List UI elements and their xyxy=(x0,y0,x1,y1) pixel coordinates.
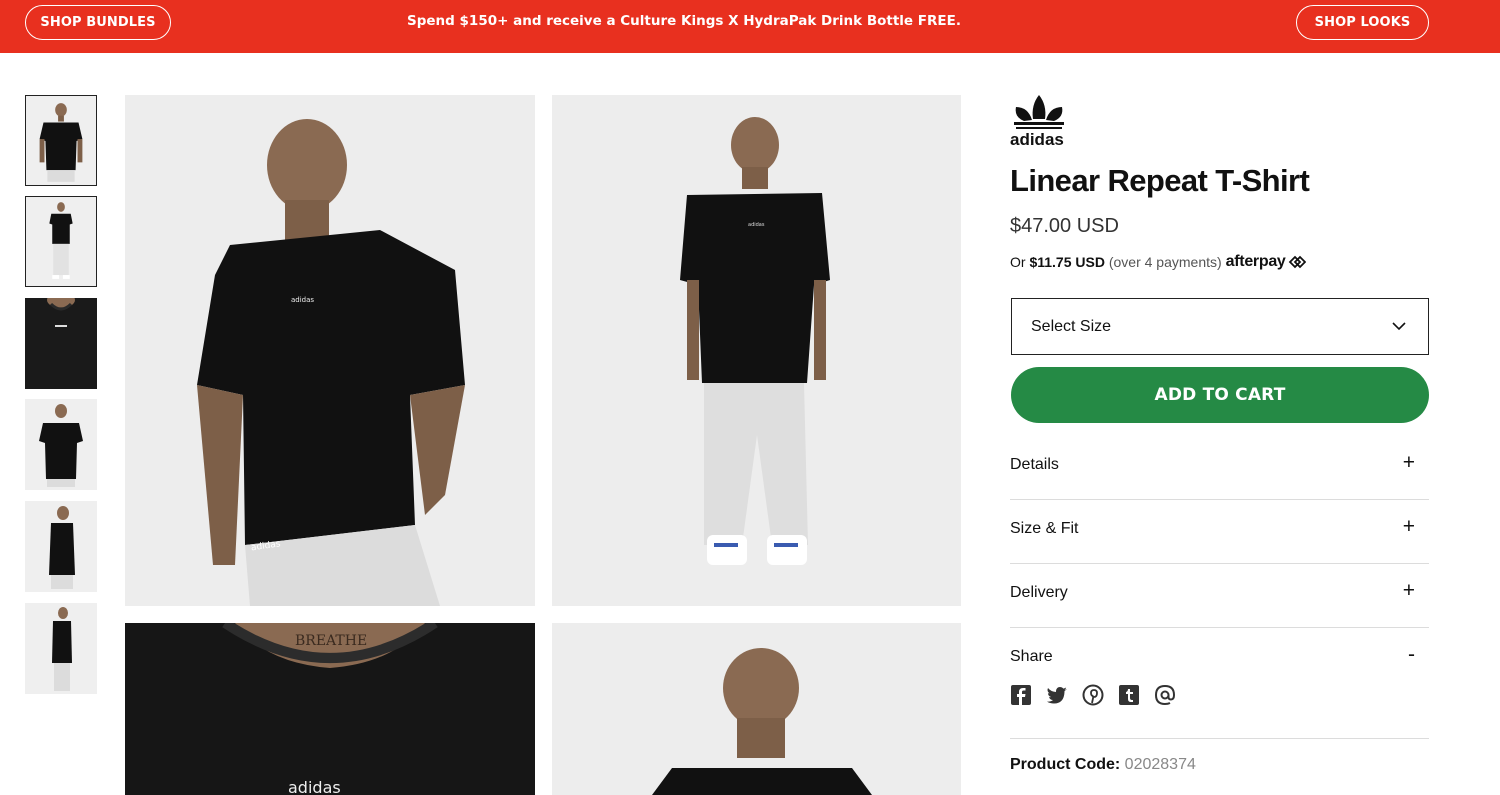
promo-text[interactable]: Spend $150+ and receive a Culture Kings … xyxy=(360,13,1008,29)
thumbnail-front-closeup[interactable] xyxy=(25,95,97,186)
model-back-full-photo xyxy=(552,623,961,795)
neck-tattoo-text: BREATHE xyxy=(295,633,367,649)
facebook-icon[interactable] xyxy=(1010,684,1032,706)
chest-logo-text: adidas xyxy=(291,296,314,304)
chest-logo-text: adidas xyxy=(288,778,341,795)
main-photo-front-closeup[interactable]: adidas adidas xyxy=(125,95,535,606)
model-side-full-image xyxy=(25,603,97,694)
accordion-delivery[interactable]: Delivery + xyxy=(1010,564,1429,628)
accordion-size-fit[interactable]: Size & Fit + xyxy=(1010,500,1429,564)
accordion-delivery-label: Delivery xyxy=(1010,584,1068,601)
share-icons xyxy=(1010,684,1176,706)
neck-detail-photo: BREATHE adidas xyxy=(125,623,535,795)
size-select[interactable]: Select Size xyxy=(1011,298,1429,355)
afterpay-amount: $11.75 USD xyxy=(1029,254,1105,270)
accordion-details[interactable]: Details + xyxy=(1010,436,1429,500)
model-front-closeup-photo: adidas adidas xyxy=(125,95,535,606)
accordion-size-fit-label: Size & Fit xyxy=(1010,520,1079,537)
accordion-share[interactable]: Share - xyxy=(1010,628,1429,692)
afterpay-detail: (over 4 payments) xyxy=(1108,254,1222,270)
thumbnail-side[interactable] xyxy=(25,501,97,592)
main-photo-neck-detail[interactable]: BREATHE adidas xyxy=(125,623,535,795)
main-photo-back-full[interactable] xyxy=(552,623,961,795)
afterpay-installments[interactable]: Or $11.75 USD (over 4 payments) afterpay xyxy=(1010,253,1306,271)
collapse-icon[interactable]: - xyxy=(1408,643,1415,667)
add-to-cart-button[interactable]: ADD TO CART xyxy=(1011,367,1429,423)
brand-name-text: adidas xyxy=(1010,130,1064,149)
accordion-details-label: Details xyxy=(1010,456,1059,473)
product-code: Product Code: 02028374 xyxy=(1010,756,1196,774)
email-icon[interactable] xyxy=(1154,684,1176,706)
model-front-full-photo: adidas xyxy=(552,95,961,606)
thumbnail-chest-detail[interactable] xyxy=(25,298,97,389)
thumbnail-side-full[interactable] xyxy=(25,603,97,694)
expand-icon[interactable]: + xyxy=(1403,579,1415,603)
thumbnail-back[interactable] xyxy=(25,399,97,490)
twitter-icon[interactable] xyxy=(1046,684,1068,706)
adidas-trefoil-icon: adidas xyxy=(1010,95,1064,149)
chest-logo-text: adidas xyxy=(748,222,765,228)
accordion-share-label: Share xyxy=(1010,648,1053,665)
product-price: $47.00 USD xyxy=(1010,215,1119,237)
size-select-placeholder: Select Size xyxy=(1031,317,1112,335)
model-front-closeup-image xyxy=(26,96,96,185)
afterpay-prefix: Or xyxy=(1010,254,1026,270)
expand-icon[interactable]: + xyxy=(1403,515,1415,539)
product-code-label: Product Code: xyxy=(1010,756,1121,773)
tumblr-icon[interactable] xyxy=(1118,684,1140,706)
chest-detail-image xyxy=(25,298,97,389)
shop-bundles-button[interactable]: SHOP BUNDLES xyxy=(25,5,171,40)
product-code-value: 02028374 xyxy=(1124,756,1196,773)
model-front-full-image xyxy=(26,197,96,286)
model-back-image xyxy=(25,399,97,490)
chevron-down-icon xyxy=(1392,322,1406,331)
model-side-image xyxy=(25,501,97,592)
thumbnail-front-full[interactable] xyxy=(25,196,97,287)
product-title: Linear Repeat T-Shirt xyxy=(1010,163,1310,198)
promo-banner: SHOP BUNDLES Spend $150+ and receive a C… xyxy=(0,0,1500,53)
expand-icon[interactable]: + xyxy=(1403,451,1415,475)
main-photo-front-full[interactable]: adidas xyxy=(552,95,961,606)
afterpay-arrows-icon xyxy=(1288,255,1306,269)
adidas-logo[interactable]: adidas xyxy=(1010,93,1068,149)
shop-looks-button[interactable]: SHOP LOOKS xyxy=(1296,5,1429,40)
divider xyxy=(1010,738,1429,739)
pinterest-icon[interactable] xyxy=(1082,684,1104,706)
afterpay-logo[interactable]: afterpay xyxy=(1226,253,1286,271)
